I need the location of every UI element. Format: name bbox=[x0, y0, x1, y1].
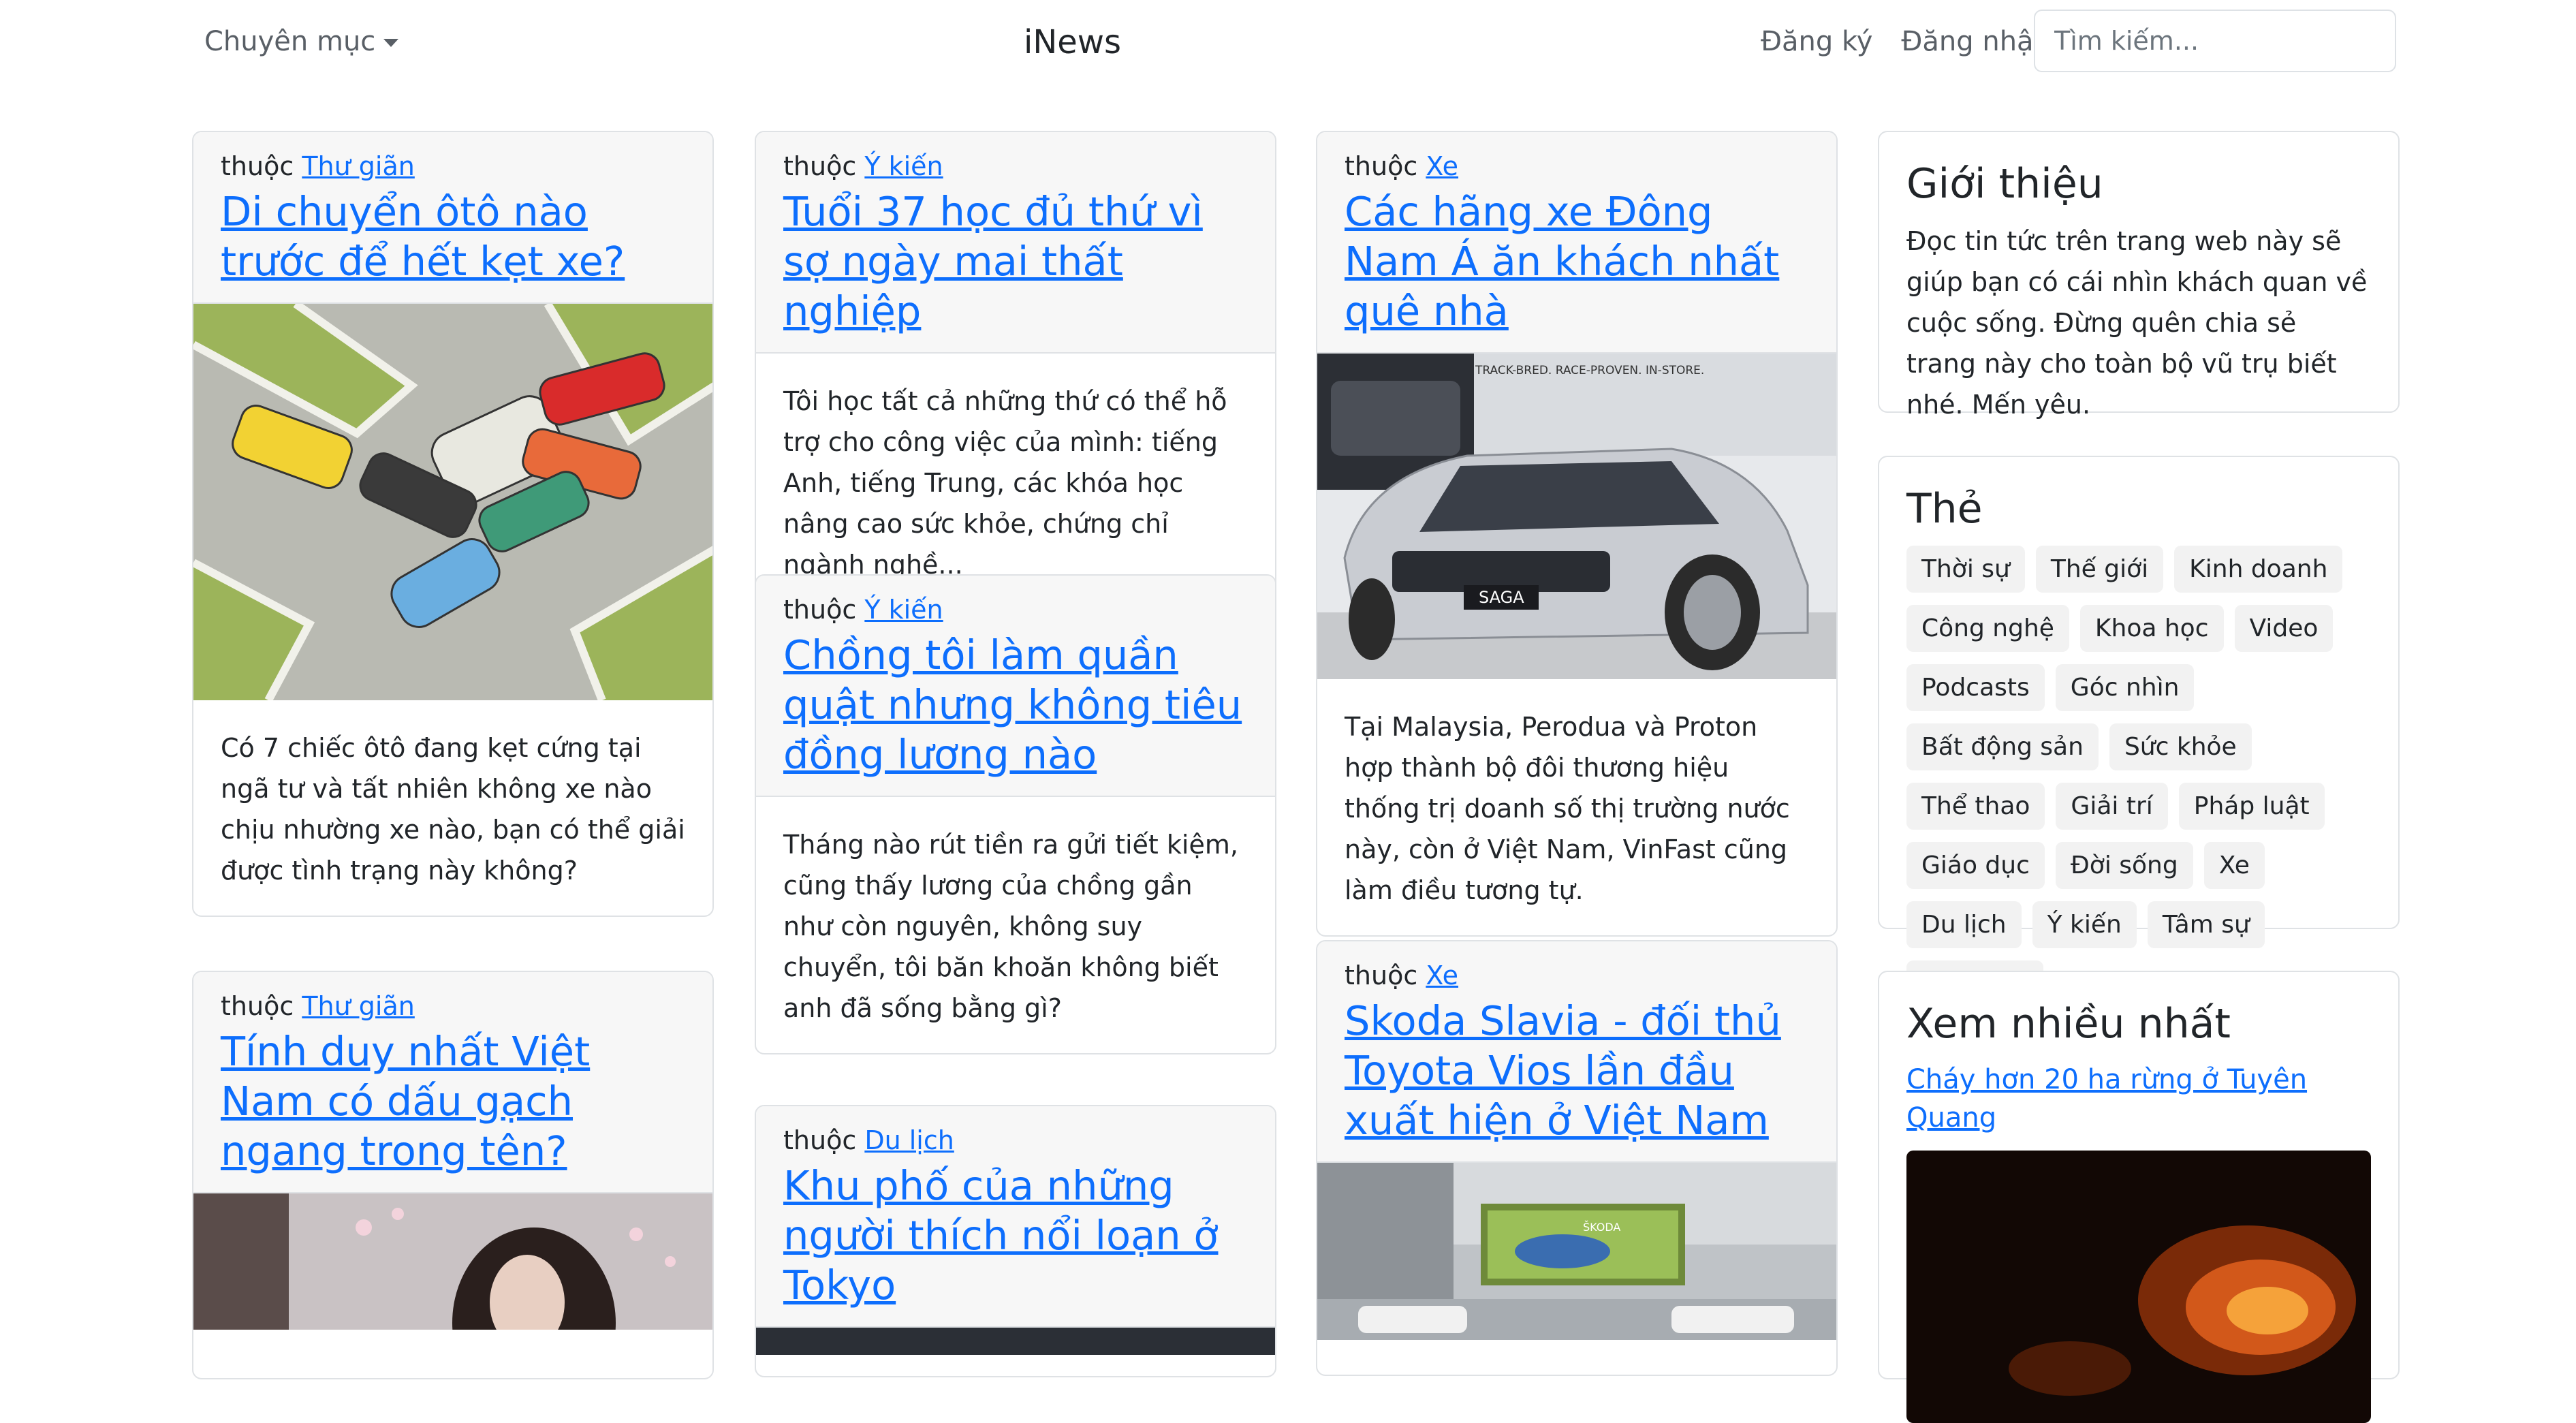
about-text: Đọc tin tức trên trang web này sẽ giúp b… bbox=[1906, 226, 2368, 420]
tag-item[interactable]: Thể thao bbox=[1906, 783, 2045, 830]
category-prefix: thuộc bbox=[221, 991, 294, 1021]
article-image[interactable]: TRACK-BRED. RACE-PROVEN. IN-STORE. SAGA bbox=[1317, 354, 1836, 679]
register-link[interactable]: Đăng ký bbox=[1761, 26, 1872, 57]
popular-article-image[interactable] bbox=[1906, 1151, 2371, 1423]
tag-item[interactable]: Khoa học bbox=[2079, 605, 2224, 652]
article-excerpt: Có 7 chiếc ôtô đang kẹt cứng tại ngã tư … bbox=[221, 733, 685, 886]
category-line: thuộc Du lịch bbox=[783, 1125, 1248, 1155]
tag-item[interactable]: Đời sống bbox=[2055, 842, 2193, 889]
category-link[interactable]: Xe bbox=[1426, 151, 1458, 181]
category-line: thuộc Ý kiến bbox=[783, 595, 1248, 625]
tag-item[interactable]: Kinh doanh bbox=[2174, 546, 2343, 593]
tag-item[interactable]: Pháp luật bbox=[2178, 783, 2325, 830]
article-card: thuộc Du lịch Khu phố của những người th… bbox=[755, 1105, 1276, 1377]
article-title-link[interactable]: Khu phố của những người thích nổi loạn ở… bbox=[783, 1161, 1248, 1310]
category-link[interactable]: Du lịch bbox=[864, 1125, 954, 1155]
card-header: thuộc Thư giãn Di chuyển ôtô nào trước đ… bbox=[193, 132, 712, 304]
tag-item[interactable]: Du lịch bbox=[1906, 901, 2022, 948]
skoda-sign-text: ŠKODA bbox=[1583, 1221, 1620, 1234]
category-prefix: thuộc bbox=[783, 151, 857, 181]
tag-item[interactable]: Bất động sản bbox=[1906, 723, 2099, 770]
category-line: thuộc Thư giãn bbox=[221, 151, 685, 181]
article-image[interactable]: ŠKODA bbox=[1317, 1163, 1836, 1340]
category-link[interactable]: Xe bbox=[1426, 960, 1458, 990]
categories-label: Chuyên mục bbox=[204, 26, 376, 57]
card-header: thuộc Xe Skoda Slavia - đối thủ Toyota V… bbox=[1317, 941, 1836, 1163]
tag-item[interactable]: Tâm sự bbox=[2147, 901, 2265, 948]
tags-widget: Thẻ Thời sự Thế giới Kinh doanh Công ngh… bbox=[1878, 456, 2400, 1007]
article-excerpt: Tại Malaysia, Perodua và Proton hợp thàn… bbox=[1345, 712, 1790, 905]
tag-list: Thời sự Thế giới Kinh doanh Công nghệ Kh… bbox=[1906, 546, 2371, 1007]
caret-down-icon bbox=[383, 39, 399, 47]
tag-item[interactable]: Giải trí bbox=[2056, 783, 2168, 830]
article-excerpt: Tháng nào rút tiền ra gửi tiết kiệm, cũn… bbox=[783, 830, 1238, 1023]
category-line: thuộc Xe bbox=[1345, 151, 1809, 181]
article-image[interactable] bbox=[193, 1193, 712, 1330]
category-line: thuộc Ý kiến bbox=[783, 151, 1248, 181]
number-plate-text: SAGA bbox=[1479, 588, 1524, 607]
popular-title: Xem nhiều nhất bbox=[1906, 1000, 2231, 1048]
category-link[interactable]: Thư giãn bbox=[302, 151, 415, 181]
tags-title: Thẻ bbox=[1906, 485, 1983, 533]
tag-item[interactable]: Ý kiến bbox=[2032, 901, 2137, 948]
article-title-link[interactable]: Chồng tôi làm quần quật nhưng không tiêu… bbox=[783, 630, 1248, 779]
tag-item[interactable]: Podcasts bbox=[1906, 664, 2045, 711]
categories-dropdown[interactable]: Chuyên mục bbox=[204, 26, 399, 57]
login-link[interactable]: Đăng nhập bbox=[1901, 26, 2051, 57]
article-card: thuộc Thư giãn Di chuyển ôtô nào trước đ… bbox=[192, 131, 714, 917]
category-prefix: thuộc bbox=[783, 595, 857, 625]
article-card: thuộc Xe Skoda Slavia - đối thủ Toyota V… bbox=[1316, 940, 1838, 1376]
article-card: thuộc Xe Các hãng xe Đông Nam Á ăn khách… bbox=[1316, 131, 1838, 937]
woman-blossom-photo bbox=[193, 1193, 712, 1330]
category-line: thuộc Thư giãn bbox=[221, 991, 685, 1021]
tag-item[interactable]: Thời sự bbox=[1906, 546, 2025, 593]
article-card: thuộc Ý kiến Tuổi 37 học đủ thứ vì sợ ng… bbox=[755, 131, 1276, 611]
category-prefix: thuộc bbox=[1345, 960, 1418, 990]
article-title-link[interactable]: Tính duy nhất Việt Nam có dấu gạch ngang… bbox=[221, 1027, 685, 1176]
proton-saga-car-photo: TRACK-BRED. RACE-PROVEN. IN-STORE. SAGA bbox=[1317, 354, 1836, 679]
category-link[interactable]: Thư giãn bbox=[302, 991, 415, 1021]
category-prefix: thuộc bbox=[1345, 151, 1418, 181]
article-title-link[interactable]: Tuổi 37 học đủ thứ vì sợ ngày mai thất n… bbox=[783, 187, 1248, 336]
tag-item[interactable]: Thế giới bbox=[2035, 546, 2164, 593]
article-card: thuộc Ý kiến Chồng tôi làm quần quật như… bbox=[755, 574, 1276, 1054]
auth-links: Đăng ký Đăng nhập bbox=[1761, 26, 2051, 57]
tag-item[interactable]: Công nghệ bbox=[1906, 605, 2069, 652]
category-prefix: thuộc bbox=[221, 151, 294, 181]
tag-item[interactable]: Giáo dục bbox=[1906, 842, 2045, 889]
article-image[interactable] bbox=[756, 1328, 1275, 1355]
popular-article-link[interactable]: Cháy hơn 20 ha rừng ở Tuyên Quang bbox=[1906, 1064, 2307, 1133]
article-card: thuộc Thư giãn Tính duy nhất Việt Nam có… bbox=[192, 971, 714, 1379]
card-header: thuộc Xe Các hãng xe Đông Nam Á ăn khách… bbox=[1317, 132, 1836, 354]
article-excerpt: Tôi học tất cả những thứ có thể hỗ trợ c… bbox=[783, 386, 1227, 580]
category-line: thuộc Xe bbox=[1345, 960, 1809, 990]
about-widget: Giới thiệu Đọc tin tức trên trang web nà… bbox=[1878, 131, 2400, 420]
intersection-cars-illustration bbox=[193, 304, 712, 700]
article-title-link[interactable]: Các hãng xe Đông Nam Á ăn khách nhất quê… bbox=[1345, 187, 1809, 336]
card-header: thuộc Ý kiến Chồng tôi làm quần quật như… bbox=[756, 576, 1275, 797]
tag-item[interactable]: Góc nhìn bbox=[2055, 664, 2195, 711]
top-navbar: Chuyên mục iNews Đăng ký Đăng nhập bbox=[0, 0, 2576, 89]
category-link[interactable]: Ý kiến bbox=[864, 595, 943, 625]
about-title: Giới thiệu bbox=[1906, 160, 2103, 208]
card-header: thuộc Ý kiến Tuổi 37 học đủ thứ vì sợ ng… bbox=[756, 132, 1275, 354]
tag-item[interactable]: Xe bbox=[2203, 842, 2265, 889]
brand-logo[interactable]: iNews bbox=[1024, 23, 1121, 61]
article-title-link[interactable]: Di chuyển ôtô nào trước để hết kẹt xe? bbox=[221, 187, 685, 286]
showroom-banner-text: TRACK-BRED. RACE-PROVEN. IN-STORE. bbox=[1475, 364, 1704, 377]
forest-fire-photo bbox=[1906, 1151, 2371, 1423]
article-image[interactable] bbox=[193, 304, 712, 700]
article-title-link[interactable]: Skoda Slavia - đối thủ Toyota Vios lần đ… bbox=[1345, 996, 1809, 1145]
tag-item[interactable]: Sức khỏe bbox=[2109, 723, 2252, 770]
card-header: thuộc Du lịch Khu phố của những người th… bbox=[756, 1106, 1275, 1328]
card-header: thuộc Thư giãn Tính duy nhất Việt Nam có… bbox=[193, 972, 712, 1193]
popular-widget: Xem nhiều nhất Cháy hơn 20 ha rừng ở Tuy… bbox=[1878, 971, 2400, 1423]
tag-item[interactable]: Video bbox=[2234, 605, 2334, 652]
category-link[interactable]: Ý kiến bbox=[864, 151, 943, 181]
category-prefix: thuộc bbox=[783, 1125, 857, 1155]
search-input[interactable] bbox=[2034, 10, 2396, 72]
skoda-showroom-photo: ŠKODA bbox=[1317, 1163, 1836, 1340]
